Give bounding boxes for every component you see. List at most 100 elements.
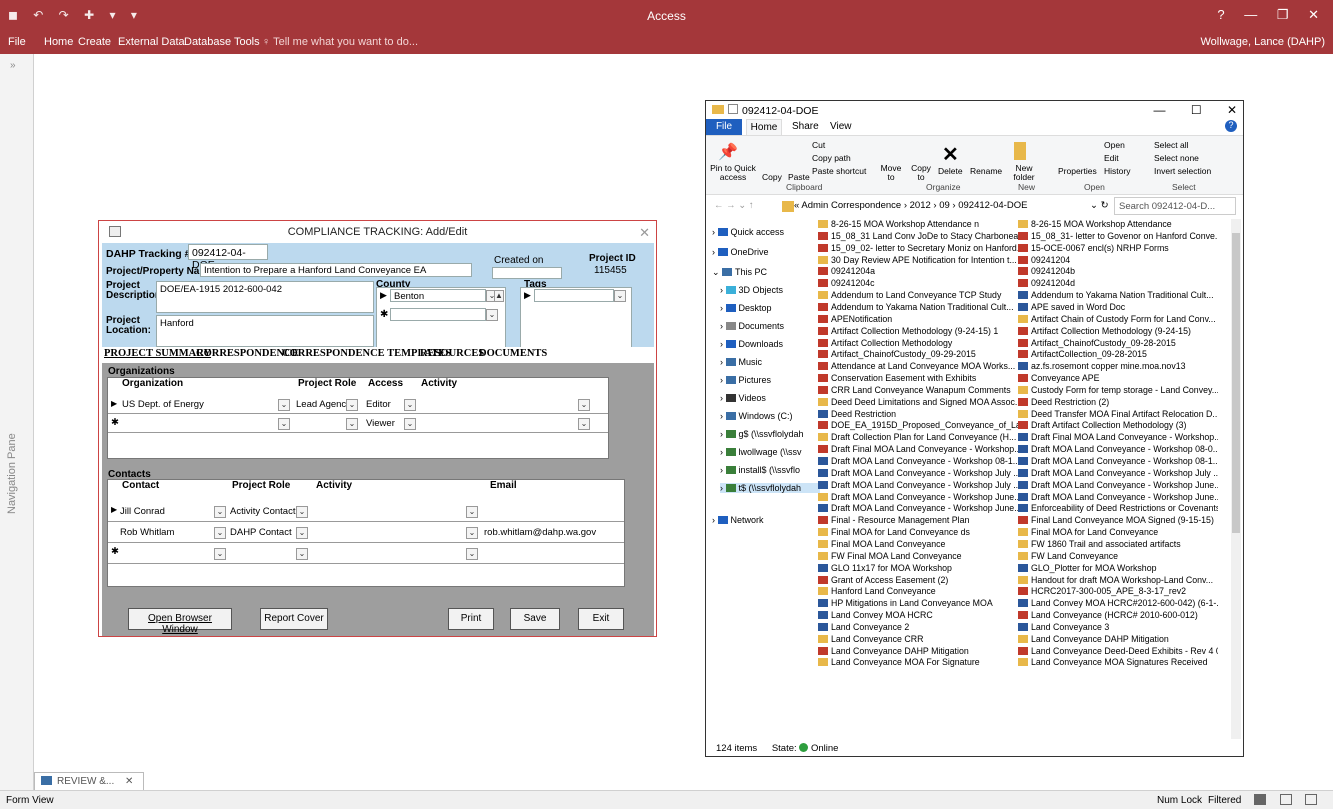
file-item[interactable]: APE saved in Word Doc xyxy=(1018,302,1218,314)
file-item[interactable]: Draft MOA Land Conveyance - Workshop Jun… xyxy=(818,503,1018,515)
tree-item[interactable]: › Windows (C:) xyxy=(720,411,793,421)
file-item[interactable]: Land Conveyance 3 xyxy=(1018,622,1218,634)
scrollbar-thumb[interactable] xyxy=(1232,233,1240,533)
search-input[interactable]: Search 092412-04-D... xyxy=(1114,197,1236,215)
cut-button[interactable]: Cut xyxy=(812,140,825,150)
file-item[interactable]: Artifact Chain of Custody Form for Land … xyxy=(1018,314,1218,326)
file-item[interactable]: 15_08_31 Land Conv JoDe to Stacy Charbon… xyxy=(818,231,1018,243)
menu-database-tools[interactable]: Database Tools xyxy=(184,36,260,48)
nav-arrows-icon[interactable]: ← → ⌄ ↑ xyxy=(714,200,754,211)
file-item[interactable]: Artifact Collection Methodology xyxy=(818,338,1018,350)
file-item[interactable]: 09241204d xyxy=(1018,278,1218,290)
table-row[interactable]: ▶ Jill Conrad ⌄ Activity Contact ⌄ ⌄ xyxy=(108,502,624,522)
explorer-window-controls[interactable]: — ☐ ✕ xyxy=(1154,103,1237,117)
file-item[interactable]: FW 1860 Trail and associated artifacts xyxy=(1018,539,1218,551)
file-item[interactable]: Addendum to Yakama Nation Traditional Cu… xyxy=(1018,290,1218,302)
file-item[interactable]: Handout for draft MOA Workshop-Land Conv… xyxy=(1018,575,1218,587)
chevron-down-icon[interactable]: ⌄ xyxy=(296,527,308,539)
file-item[interactable]: Hanford Land Conveyance xyxy=(818,586,1018,598)
select-none-button[interactable]: Select none xyxy=(1154,153,1199,163)
rename-button[interactable]: Rename xyxy=(970,166,1002,176)
tree-item[interactable]: › OneDrive xyxy=(712,247,769,257)
file-item[interactable]: HP Mitigations in Land Conveyance MOA xyxy=(818,598,1018,610)
copy-to-button[interactable]: Copy to xyxy=(908,164,934,182)
chevron-down-icon[interactable]: ⌄ xyxy=(346,399,358,411)
file-item[interactable]: Land Convey MOA HCRC xyxy=(818,610,1018,622)
created-field[interactable] xyxy=(492,267,562,279)
tree-item[interactable]: › Pictures xyxy=(720,375,771,385)
file-item[interactable]: GLO_Plotter for MOA Workshop xyxy=(1018,563,1218,575)
chevron-down-icon[interactable]: ⌄ xyxy=(614,290,626,302)
delete-button[interactable]: Delete xyxy=(938,166,963,176)
chevron-down-icon[interactable]: ⌄ xyxy=(486,309,498,321)
menu-home[interactable]: Home xyxy=(44,36,73,48)
exit-button[interactable]: Exit xyxy=(578,608,624,630)
tree-item[interactable]: › Quick access xyxy=(712,227,784,237)
tab-resources[interactable]: RESOURCES xyxy=(420,348,484,359)
open-browser-window-button[interactable]: Open Browser Window xyxy=(128,608,232,635)
chevron-down-icon[interactable]: ⌄ xyxy=(278,418,290,430)
menu-external-data[interactable]: External Data xyxy=(118,36,185,48)
file-item[interactable]: Artifact Collection Methodology (9-24-15… xyxy=(1018,326,1218,338)
file-item[interactable]: 09241204 xyxy=(1018,255,1218,267)
chevron-down-icon[interactable]: ⌄ xyxy=(578,418,590,430)
move-to-button[interactable]: Move to xyxy=(878,164,904,182)
chevron-down-icon[interactable]: ⌄ xyxy=(404,399,416,411)
chevron-icon[interactable]: ⌄ xyxy=(712,267,722,277)
file-item[interactable]: GLO 11x17 for MOA Workshop xyxy=(818,563,1018,575)
address-path[interactable]: « Admin Correspondence › 2012 › 09 › 092… xyxy=(794,200,1027,211)
tree-item[interactable]: › 3D Objects xyxy=(720,285,783,295)
file-item[interactable]: Draft MOA Land Conveyance - Workshop Jun… xyxy=(1018,492,1218,504)
name-field[interactable]: Intention to Prepare a Hanford Land Conv… xyxy=(200,263,472,277)
file-item[interactable]: Addendum to Land Conveyance TCP Study xyxy=(818,290,1018,302)
copy-button[interactable]: Copy xyxy=(762,172,782,182)
checkbox-icon[interactable] xyxy=(728,104,738,114)
menu-create[interactable]: Create xyxy=(78,36,111,48)
table-row[interactable]: ✱ ⌄ ⌄ ⌄ xyxy=(108,544,624,564)
user-name[interactable]: Wollwage, Lance (DAHP) xyxy=(1200,36,1325,48)
pin-button[interactable]: Pin to Quick access xyxy=(710,164,756,182)
tree-item[interactable]: › Documents xyxy=(720,321,784,331)
file-item[interactable]: Final MOA for Land Conveyance xyxy=(1018,527,1218,539)
file-item[interactable]: FW Final MOA Land Conveyance xyxy=(818,551,1018,563)
file-item[interactable]: Deed Transfer MOA Final Artifact Relocat… xyxy=(1018,409,1218,421)
window-controls[interactable]: ? — ❐ ✕ xyxy=(1217,7,1319,23)
file-item[interactable]: 09241204c xyxy=(818,278,1018,290)
file-item[interactable]: az.fs.rosemont copper mine.moa.nov13 xyxy=(1018,361,1218,373)
file-item[interactable]: 09241204b xyxy=(1018,266,1218,278)
file-item[interactable]: 15-OCE-0067 encl(s) NRHP Forms xyxy=(1018,243,1218,255)
scrollbar[interactable] xyxy=(1231,219,1241,739)
tags-field[interactable] xyxy=(534,289,614,302)
file-item[interactable]: 30 Day Review APE Notification for Inten… xyxy=(818,255,1018,267)
tab-project-summary[interactable]: PROJECT SUMMARY xyxy=(104,348,211,359)
select-all-button[interactable]: Select all xyxy=(1154,140,1189,150)
document-tab[interactable]: REVIEW &... ✕ xyxy=(34,772,144,791)
tree-item[interactable]: › Videos xyxy=(720,393,766,403)
tree-item[interactable]: › Desktop xyxy=(720,303,772,313)
county-new-field[interactable] xyxy=(390,308,486,321)
file-item[interactable]: Land Conveyance DAHP Mitigation xyxy=(818,646,1018,658)
org-access[interactable]: Viewer xyxy=(366,418,395,429)
tree-item[interactable]: › Downloads xyxy=(720,339,783,349)
file-item[interactable]: Enforceability of Deed Restrictions or C… xyxy=(1018,503,1218,515)
chevron-down-icon[interactable]: ⌄ xyxy=(466,527,478,539)
paste-shortcut-button[interactable]: Paste shortcut xyxy=(812,166,866,176)
close-icon[interactable]: ✕ xyxy=(125,776,133,787)
help-icon[interactable]: ? xyxy=(1225,120,1237,132)
file-item[interactable]: Final MOA for Land Conveyance ds xyxy=(818,527,1018,539)
navigation-pane[interactable]: » Navigation Pane xyxy=(0,54,34,790)
print-button[interactable]: Print xyxy=(448,608,494,630)
file-item[interactable]: Final - Resource Management Plan xyxy=(818,515,1018,527)
paste-button[interactable]: Paste xyxy=(788,172,810,182)
desc-field[interactable]: DOE/EA-1915 2012-600-042 xyxy=(156,281,374,313)
org-role[interactable]: Lead Agency xyxy=(296,399,351,410)
tree-item[interactable]: › install$ (\\ssvflo xyxy=(720,465,800,475)
file-item[interactable]: Draft Final MOA Land Conveyance - Worksh… xyxy=(818,444,1018,456)
contact-name[interactable]: Rob Whitlam xyxy=(120,527,174,538)
file-item[interactable]: HCRC2017-300-005_APE_8-3-17_rev2 xyxy=(1018,586,1218,598)
tree-item[interactable]: › Music xyxy=(720,357,762,367)
history-button[interactable]: History xyxy=(1104,166,1130,176)
tab-documents[interactable]: DOCUMENTS xyxy=(479,348,547,359)
tab-view[interactable]: View xyxy=(830,121,852,132)
file-item[interactable]: Deed Restriction (2) xyxy=(1018,397,1218,409)
